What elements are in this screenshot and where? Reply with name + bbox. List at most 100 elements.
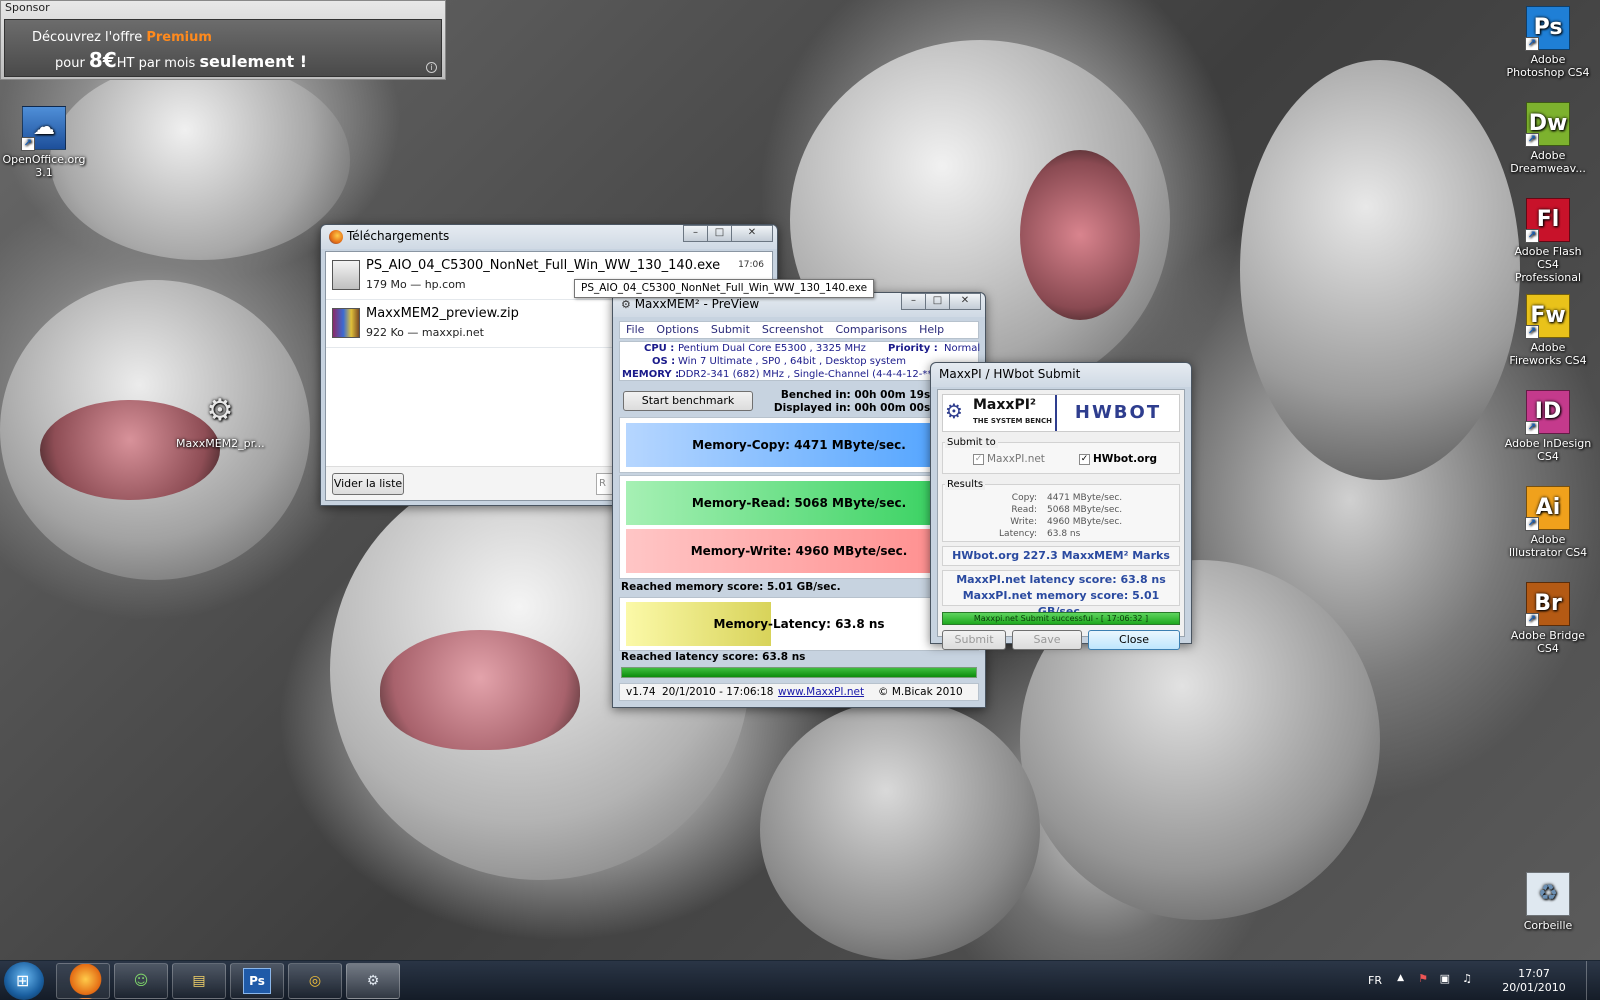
volume-icon[interactable]: ♫	[1462, 972, 1472, 985]
result-key: Read:	[1011, 505, 1037, 515]
result-key: Write:	[1010, 517, 1037, 527]
desktop-icon-label: Adobe Photoshop CS4	[1506, 53, 1590, 79]
progress-fill	[622, 668, 976, 677]
start-button[interactable]: ⊞	[4, 962, 44, 1000]
hwbot-titlebar[interactable]: MaxxPI / HWbot Submit	[931, 363, 1191, 387]
desktop-icon-recycle-bin[interactable]: ♻ Corbeille	[1504, 872, 1592, 932]
desktop-icon-maxxmem[interactable]: ⚙ MaxxMEM2_pr...	[176, 390, 265, 450]
ad-text: Découvrez l'offre	[32, 30, 147, 45]
menu-help[interactable]: Help	[913, 322, 950, 338]
desktop-icon-openoffice[interactable]: ☁ ↗ OpenOffice.org 3.1	[0, 106, 88, 179]
maxxpi-option[interactable]: ✓ MaxxPI.net	[973, 453, 1045, 465]
memory-score: Reached memory score: 5.01 GB/sec.	[621, 581, 841, 593]
menu-screenshot[interactable]: Screenshot	[756, 322, 830, 338]
close-button[interactable]: ✕	[949, 293, 981, 310]
sponsor-ad[interactable]: Découvrez l'offre Premium pour 8€HT par …	[4, 19, 442, 77]
submit-button[interactable]: Submit	[942, 630, 1006, 650]
wallpaper-mouth	[380, 630, 580, 750]
desktop-icon-br[interactable]: Br ↗ Adobe Bridge CS4	[1504, 582, 1592, 655]
desktop-icon-label: Adobe Fireworks CS4	[1509, 341, 1587, 367]
cpu-value: Pentium Dual Core E5300 , 3325 MHz	[678, 343, 866, 354]
desktop-icon-label: Corbeille	[1523, 919, 1573, 932]
ad-line-1: Découvrez l'offre Premium	[32, 30, 212, 45]
os-label: OS :	[652, 356, 676, 367]
hwbot-body: ⚙ MaxxPI² THE SYSTEM BENCH HWBOT Submit …	[937, 389, 1185, 650]
menu-comparisons[interactable]: Comparisons	[829, 322, 913, 338]
cpu-label: CPU :	[644, 343, 675, 354]
network-icon[interactable]: ▣	[1440, 972, 1450, 985]
close-button[interactable]: ✕	[731, 225, 773, 242]
result-value: 63.8 ns	[1047, 529, 1081, 539]
latency-label: Memory-Latency: 63.8 ns	[713, 617, 885, 631]
clock[interactable]: 17:07 20/01/2010	[1492, 967, 1576, 995]
desktop-icon-ps[interactable]: Ps ↗ Adobe Photoshop CS4	[1504, 6, 1592, 79]
maxxpi-logo-sub: THE SYSTEM BENCH	[973, 417, 1052, 425]
shortcut-arrow-icon: ↗	[1525, 229, 1539, 243]
menu-options[interactable]: Options	[650, 322, 704, 338]
info-icon[interactable]: i	[426, 62, 437, 73]
taskbar-messenger[interactable]: ☺	[114, 963, 168, 999]
show-desktop-button[interactable]	[1586, 961, 1600, 1000]
taskbar: ⊞ ☺ ▤ Ps ◎ ⚙ FR ▲ ⚑ ▣ ♫ 17:07 20/01/2010	[0, 960, 1600, 1000]
menu-bar: File Options Submit Screenshot Compariso…	[619, 321, 979, 339]
hwbot-marks: HWbot.org 227.3 MaxxMEM² Marks	[942, 546, 1180, 566]
website-link[interactable]: www.MaxxPI.net	[778, 684, 864, 700]
clock-time: 17:07	[1518, 967, 1550, 980]
hwbot-submit-window[interactable]: MaxxPI / HWbot Submit ⚙ MaxxPI² THE SYST…	[930, 362, 1192, 650]
downloads-titlebar[interactable]: Téléchargements – □ ✕	[321, 225, 777, 249]
desktop-icon-id[interactable]: ID ↗ Adobe InDesign CS4	[1504, 390, 1592, 463]
desktop-icon-ai[interactable]: Ai ↗ Adobe Illustrator CS4	[1504, 486, 1592, 559]
action-center-icon[interactable]: ⚑	[1418, 972, 1428, 985]
desktop-icon-dw[interactable]: Dw ↗ Adobe Dreamweav...	[1504, 102, 1592, 175]
taskbar-photoshop[interactable]: Ps	[230, 963, 284, 999]
submit-to-group: Submit to ✓ MaxxPI.net ✓ HWbot.org	[942, 437, 1180, 474]
save-button[interactable]: Save	[1012, 630, 1082, 650]
menu-file[interactable]: File	[620, 322, 650, 338]
app-icon: Dw ↗	[1525, 102, 1570, 147]
maxxpi-logo: ⚙ MaxxPI² THE SYSTEM BENCH	[943, 395, 1057, 431]
installer-icon	[332, 260, 360, 290]
latency-score: MaxxPI.net latency score: 63.8 ns	[956, 573, 1166, 586]
status-date: 20/1/2010 - 17:06:18	[662, 686, 774, 698]
minimize-button[interactable]: –	[683, 225, 708, 242]
taskbar-disc[interactable]: ◎	[288, 963, 342, 999]
result-key: Copy:	[1011, 493, 1037, 503]
clear-list-button[interactable]: Vider la liste	[332, 473, 404, 495]
language-indicator[interactable]: FR	[1368, 974, 1382, 987]
memory-label: MEMORY :	[622, 369, 680, 380]
messenger-icon: ☺	[133, 973, 149, 989]
ad-highlight: Premium	[146, 30, 212, 45]
filename-tooltip: PS_AIO_04_C5300_NonNet_Full_Win_WW_130_1…	[574, 279, 875, 298]
close-button[interactable]: Close	[1088, 630, 1180, 650]
wallpaper-mouth	[1020, 150, 1140, 320]
minimize-button[interactable]: –	[901, 293, 926, 310]
maximize-button[interactable]: □	[925, 293, 950, 310]
submit-to-label: Submit to	[945, 437, 998, 448]
gears-icon: ⚙	[945, 399, 963, 423]
app-icon: Ai ↗	[1525, 486, 1570, 531]
taskbar-firefox[interactable]	[56, 963, 110, 999]
start-benchmark-button[interactable]: Start benchmark	[623, 391, 753, 411]
submit-status: Maxxpi.net Submit successful - [ 17:06:3…	[942, 612, 1180, 625]
taskbar-explorer[interactable]: ▤	[172, 963, 226, 999]
desktop-icon-label: MaxxMEM2_pr...	[176, 437, 265, 450]
desktop-icon-fl[interactable]: Fl ↗ Adobe Flash CS4 Professional	[1504, 198, 1592, 284]
maxxpi-option-label: MaxxPI.net	[987, 453, 1045, 465]
latency-score: Reached latency score: 63.8 ns	[621, 651, 806, 663]
hwbot-option[interactable]: ✓ HWbot.org	[1079, 453, 1157, 465]
app-icon: ID ↗	[1525, 390, 1570, 435]
write-label: Memory-Write: 4960 MByte/sec.	[690, 544, 908, 558]
latency-panel: Memory-Latency: 63.8 ns	[619, 597, 979, 651]
sponsor-banner[interactable]: Sponsor Découvrez l'offre Premium pour 8…	[0, 0, 446, 80]
ad-text: HT par mois	[116, 56, 200, 71]
maximize-button[interactable]: □	[707, 225, 732, 242]
menu-submit[interactable]: Submit	[705, 322, 756, 338]
desktop-icon-label: Adobe Illustrator CS4	[1508, 533, 1588, 559]
window-title: Téléchargements	[347, 229, 450, 243]
shortcut-arrow-icon: ↗	[1525, 133, 1539, 147]
desktop-icon-fw[interactable]: Fw ↗ Adobe Fireworks CS4	[1504, 294, 1592, 367]
taskbar-maxxmem[interactable]: ⚙	[346, 963, 400, 999]
show-hidden-icons[interactable]: ▲	[1397, 973, 1404, 983]
ad-price: 8€	[88, 48, 117, 72]
firefox-icon	[329, 229, 343, 244]
